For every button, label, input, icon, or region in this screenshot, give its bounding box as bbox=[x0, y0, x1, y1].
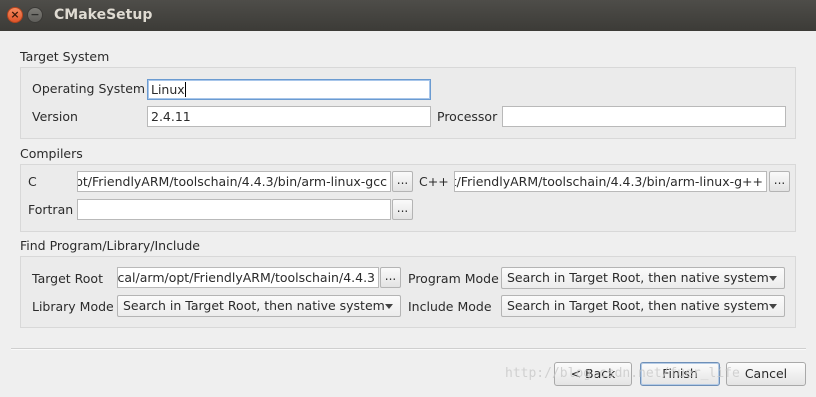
chevron-down-icon bbox=[769, 304, 777, 309]
version-input[interactable]: 2.4.11 bbox=[147, 106, 431, 127]
operating-system-input[interactable]: Linux bbox=[147, 79, 431, 100]
c-compiler-input[interactable]: /opt/FriendlyARM/toolschain/4.4.3/bin/ar… bbox=[77, 171, 391, 192]
program-mode-select[interactable]: Search in Target Root, then native syste… bbox=[501, 267, 785, 289]
fortran-compiler-browse-button[interactable]: ... bbox=[392, 199, 413, 220]
fortran-compiler-label: Fortran bbox=[28, 202, 74, 217]
find-heading: Find Program/Library/Include bbox=[20, 238, 200, 253]
c-compiler-browse-button[interactable]: ... bbox=[392, 171, 413, 192]
find-group: Target Root /usr/local/arm/opt/FriendlyA… bbox=[20, 256, 796, 328]
window-minimize-button[interactable]: − bbox=[27, 7, 43, 23]
chevron-down-icon bbox=[385, 304, 393, 309]
c-compiler-label: C bbox=[28, 174, 37, 189]
cxx-compiler-label: C++ bbox=[419, 174, 449, 189]
target-root-input[interactable]: /usr/local/arm/opt/FriendlyARM/toolschai… bbox=[117, 267, 379, 288]
title-bar: × − CMakeSetup bbox=[0, 0, 816, 31]
include-mode-label: Include Mode bbox=[408, 299, 492, 314]
cxx-compiler-input[interactable]: /opt/FriendlyARM/toolschain/4.4.3/bin/ar… bbox=[454, 171, 767, 192]
target-root-browse-button[interactable]: ... bbox=[380, 267, 401, 288]
compilers-group: C /opt/FriendlyARM/toolschain/4.4.3/bin/… bbox=[20, 164, 796, 232]
processor-input[interactable] bbox=[502, 106, 786, 127]
window-title: CMakeSetup bbox=[54, 7, 153, 23]
target-system-group: Operating System Linux Version 2.4.11 Pr… bbox=[20, 67, 796, 139]
cxx-compiler-browse-button[interactable]: ... bbox=[769, 171, 790, 192]
compilers-heading: Compilers bbox=[20, 146, 83, 161]
watermark: http://blog.csdn.net/fuer_life bbox=[505, 366, 740, 381]
target-system-heading: Target System bbox=[20, 49, 110, 64]
fortran-compiler-input[interactable] bbox=[77, 199, 391, 220]
version-label: Version bbox=[32, 109, 78, 124]
chevron-down-icon bbox=[769, 276, 777, 281]
library-mode-label: Library Mode bbox=[32, 299, 114, 314]
target-root-label: Target Root bbox=[32, 271, 103, 286]
window-close-button[interactable]: × bbox=[7, 7, 23, 23]
include-mode-select[interactable]: Search in Target Root, then native syste… bbox=[501, 295, 785, 317]
processor-label: Processor bbox=[437, 109, 498, 124]
operating-system-label: Operating System bbox=[32, 81, 146, 96]
footer-divider bbox=[11, 348, 806, 350]
library-mode-select[interactable]: Search in Target Root, then native syste… bbox=[117, 295, 401, 317]
program-mode-label: Program Mode bbox=[408, 271, 499, 286]
